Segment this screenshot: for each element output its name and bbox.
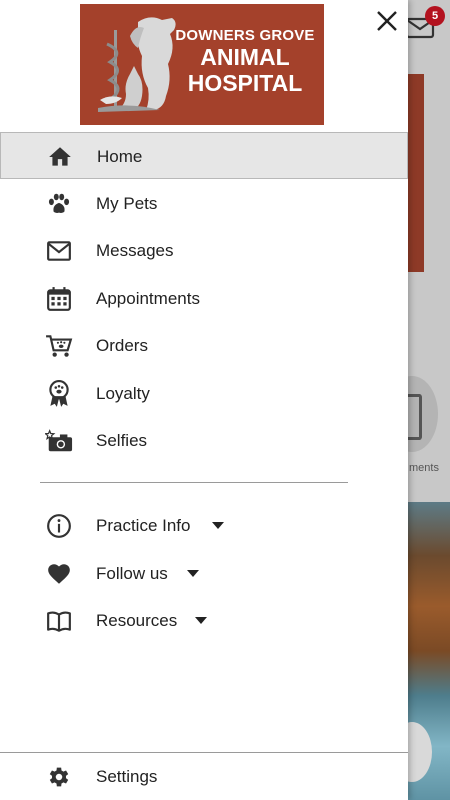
menu-item-label: Appointments: [96, 289, 200, 308]
notification-badge: 5: [425, 6, 445, 26]
logo-line-2: ANIMAL: [200, 44, 290, 70]
navigation-drawer: DOWNERS GROVE ANIMAL HOSPITAL Home My Pe…: [0, 0, 408, 800]
close-drawer-button[interactable]: [374, 8, 400, 34]
menu-item-loyalty[interactable]: Loyalty: [0, 370, 408, 417]
camera-star-icon: [45, 428, 73, 454]
paw-icon: [45, 191, 73, 217]
menu-item-messages[interactable]: Messages: [0, 227, 408, 274]
hospital-logo: DOWNERS GROVE ANIMAL HOSPITAL: [80, 4, 324, 125]
menu-item-label: Resources: [96, 611, 178, 630]
menu-item-practice-info[interactable]: Practice Info: [0, 502, 408, 549]
background-banner: [408, 74, 424, 272]
menu-item-resources[interactable]: Resources: [0, 597, 408, 644]
menu-item-label: Messages: [96, 241, 174, 260]
calendar-icon: [45, 286, 73, 312]
logo-line-1: DOWNERS GROVE: [175, 27, 315, 44]
menu-item-settings[interactable]: Settings: [0, 753, 408, 800]
menu-item-label: Settings: [96, 767, 158, 786]
menu-item-appointments[interactable]: Appointments: [0, 275, 408, 322]
home-icon: [46, 144, 74, 170]
chevron-down-icon[interactable]: [195, 617, 207, 624]
menu-item-home[interactable]: Home: [0, 132, 408, 179]
heart-icon: [45, 561, 73, 587]
menu-item-orders[interactable]: Orders: [0, 322, 408, 369]
logo-line-3: HOSPITAL: [187, 70, 303, 96]
logo-text: DOWNERS GROVE ANIMAL HOSPITAL: [172, 28, 318, 95]
menu-item-my-pets[interactable]: My Pets: [0, 180, 408, 227]
menu-item-label: Selfies: [96, 431, 148, 450]
chevron-down-icon[interactable]: [187, 570, 199, 577]
menu-item-label: Home: [97, 147, 143, 166]
chevron-down-icon[interactable]: [212, 522, 224, 529]
close-icon: [377, 11, 397, 31]
menu-item-label: My Pets: [96, 194, 158, 213]
menu-item-label: Orders: [96, 336, 148, 355]
menu-item-selfies[interactable]: Selfies: [0, 417, 408, 464]
gear-icon: [45, 764, 73, 790]
mail-icon: [45, 238, 73, 264]
shortcut-label: ments: [409, 462, 439, 474]
menu-item-label: Follow us: [96, 564, 168, 583]
book-icon: [45, 608, 73, 634]
award-ribbon-icon: [45, 380, 73, 407]
cart-icon: [45, 333, 73, 359]
menu-item-follow-us[interactable]: Follow us: [0, 550, 408, 597]
menu-item-label: Loyalty: [96, 384, 150, 403]
info-icon: [45, 513, 73, 539]
menu-item-label: Practice Info: [96, 516, 191, 535]
menu-divider: [40, 482, 348, 483]
